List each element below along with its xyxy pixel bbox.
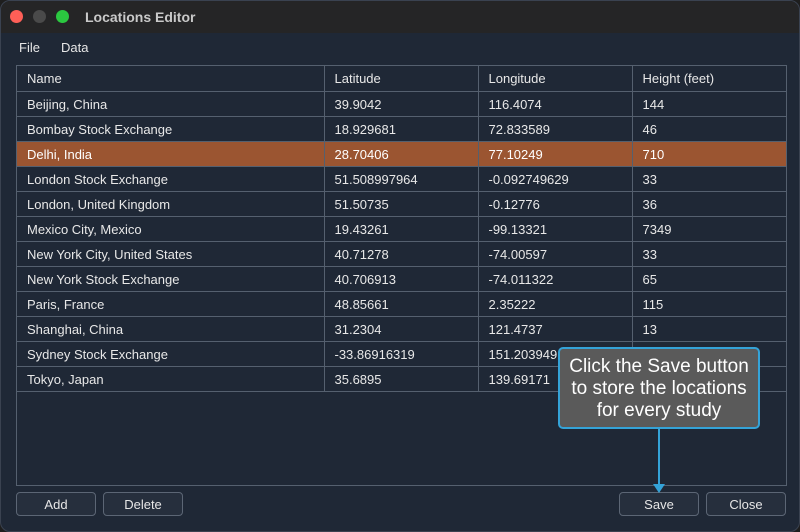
cell-height[interactable]: 33 xyxy=(632,241,786,267)
cell-latitude[interactable]: 48.85661 xyxy=(324,291,479,317)
close-button[interactable]: Close xyxy=(706,492,786,516)
cell-name[interactable]: Beijing, China xyxy=(17,91,325,117)
cell-longitude[interactable]: 116.4074 xyxy=(478,91,633,117)
cell-name[interactable]: Delhi, India xyxy=(17,141,325,167)
callout-arrow-line xyxy=(658,429,660,485)
cell-name[interactable]: New York City, United States xyxy=(17,241,325,267)
cell-latitude[interactable]: 31.2304 xyxy=(324,316,479,342)
cell-longitude[interactable]: -0.12776 xyxy=(478,191,633,217)
cell-longitude[interactable]: 2.35222 xyxy=(478,291,633,317)
cell-longitude[interactable]: 77.10249 xyxy=(478,141,633,167)
cell-latitude[interactable]: -33.86916319 xyxy=(324,341,479,367)
cell-height[interactable]: 65 xyxy=(632,266,786,292)
callout-arrow-head xyxy=(653,484,665,493)
cell-latitude[interactable]: 40.71278 xyxy=(324,241,479,267)
delete-button[interactable]: Delete xyxy=(103,492,183,516)
cell-height[interactable]: 33 xyxy=(632,166,786,192)
cell-name[interactable]: Mexico City, Mexico xyxy=(17,216,325,242)
callout-line: to store the locations xyxy=(571,378,747,399)
callout-line: Click the Save button xyxy=(569,356,749,377)
cell-longitude[interactable]: -99.13321 xyxy=(478,216,633,242)
cell-height[interactable]: 144 xyxy=(632,91,786,117)
table-row[interactable]: Paris, France 48.85661 2.35222 115 xyxy=(17,291,786,317)
cell-height[interactable]: 46 xyxy=(632,116,786,142)
table-row[interactable]: Bombay Stock Exchange 18.929681 72.833589 4… xyxy=(17,116,786,142)
cell-longitude[interactable]: -74.00597 xyxy=(478,241,633,267)
cell-name[interactable]: London Stock Exchange xyxy=(17,166,325,192)
cell-height[interactable]: 710 xyxy=(632,141,786,167)
add-button[interactable]: Add xyxy=(16,492,96,516)
cell-latitude[interactable]: 19.43261 xyxy=(324,216,479,242)
table-row[interactable]: Delhi, India 28.70406 77.10249 710 xyxy=(17,141,786,167)
locations-editor-window: Locations Editor File Data Name Latitude… xyxy=(0,0,800,532)
cell-latitude[interactable]: 40.706913 xyxy=(324,266,479,292)
maximize-window-icon[interactable] xyxy=(56,10,69,23)
column-header-name[interactable]: Name xyxy=(17,66,325,92)
table-row[interactable]: Mexico City, Mexico 19.43261 -99.13321 7349 xyxy=(17,216,786,242)
menu-data[interactable]: Data xyxy=(61,40,88,55)
close-window-icon[interactable] xyxy=(10,10,23,23)
cell-latitude[interactable]: 18.929681 xyxy=(324,116,479,142)
window-title: Locations Editor xyxy=(85,9,196,25)
cell-name[interactable]: Tokyo, Japan xyxy=(17,366,325,392)
column-header-longitude[interactable]: Longitude xyxy=(478,66,633,92)
cell-height[interactable]: 115 xyxy=(632,291,786,317)
cell-name[interactable]: Sydney Stock Exchange xyxy=(17,341,325,367)
save-button[interactable]: Save xyxy=(619,492,699,516)
table-row[interactable]: London Stock Exchange 51.508997964 -0.0927… xyxy=(17,166,786,192)
cell-longitude[interactable]: 121.4737 xyxy=(478,316,633,342)
table-row[interactable]: New York City, United States 40.71278 -74.… xyxy=(17,241,786,267)
cell-name[interactable]: Bombay Stock Exchange xyxy=(17,116,325,142)
cell-height[interactable]: 36 xyxy=(632,191,786,217)
cell-latitude[interactable]: 51.508997964 xyxy=(324,166,479,192)
table-row[interactable]: Shanghai, China 31.2304 121.4737 13 xyxy=(17,316,786,342)
cell-height[interactable]: 13 xyxy=(632,316,786,342)
cell-latitude[interactable]: 39.9042 xyxy=(324,91,479,117)
cell-name[interactable]: London, United Kingdom xyxy=(17,191,325,217)
cell-longitude[interactable]: 72.833589 xyxy=(478,116,633,142)
table-row[interactable]: New York Stock Exchange 40.706913 -74.0113… xyxy=(17,266,786,292)
table-row[interactable]: Beijing, China 39.9042 116.4074 144 xyxy=(17,91,786,117)
cell-longitude[interactable]: -74.011322 xyxy=(478,266,633,292)
table-header-row: Name Latitude Longitude Height (feet) xyxy=(17,66,786,92)
cell-latitude[interactable]: 51.50735 xyxy=(324,191,479,217)
save-callout: Click the Save button to store the locat… xyxy=(558,347,760,429)
menu-bar: File Data xyxy=(1,33,799,61)
callout-line: for every study xyxy=(596,400,722,421)
title-bar: Locations Editor xyxy=(1,1,799,33)
cell-name[interactable]: Shanghai, China xyxy=(17,316,325,342)
table-row[interactable]: London, United Kingdom 51.50735 -0.12776 36 xyxy=(17,191,786,217)
cell-height[interactable]: 7349 xyxy=(632,216,786,242)
cell-longitude[interactable]: -0.092749629 xyxy=(478,166,633,192)
cell-latitude[interactable]: 28.70406 xyxy=(324,141,479,167)
cell-name[interactable]: New York Stock Exchange xyxy=(17,266,325,292)
minimize-window-icon[interactable] xyxy=(33,10,46,23)
column-header-latitude[interactable]: Latitude xyxy=(324,66,479,92)
cell-latitude[interactable]: 35.6895 xyxy=(324,366,479,392)
menu-file[interactable]: File xyxy=(19,40,40,55)
cell-name[interactable]: Paris, France xyxy=(17,291,325,317)
column-header-height[interactable]: Height (feet) xyxy=(632,66,786,92)
